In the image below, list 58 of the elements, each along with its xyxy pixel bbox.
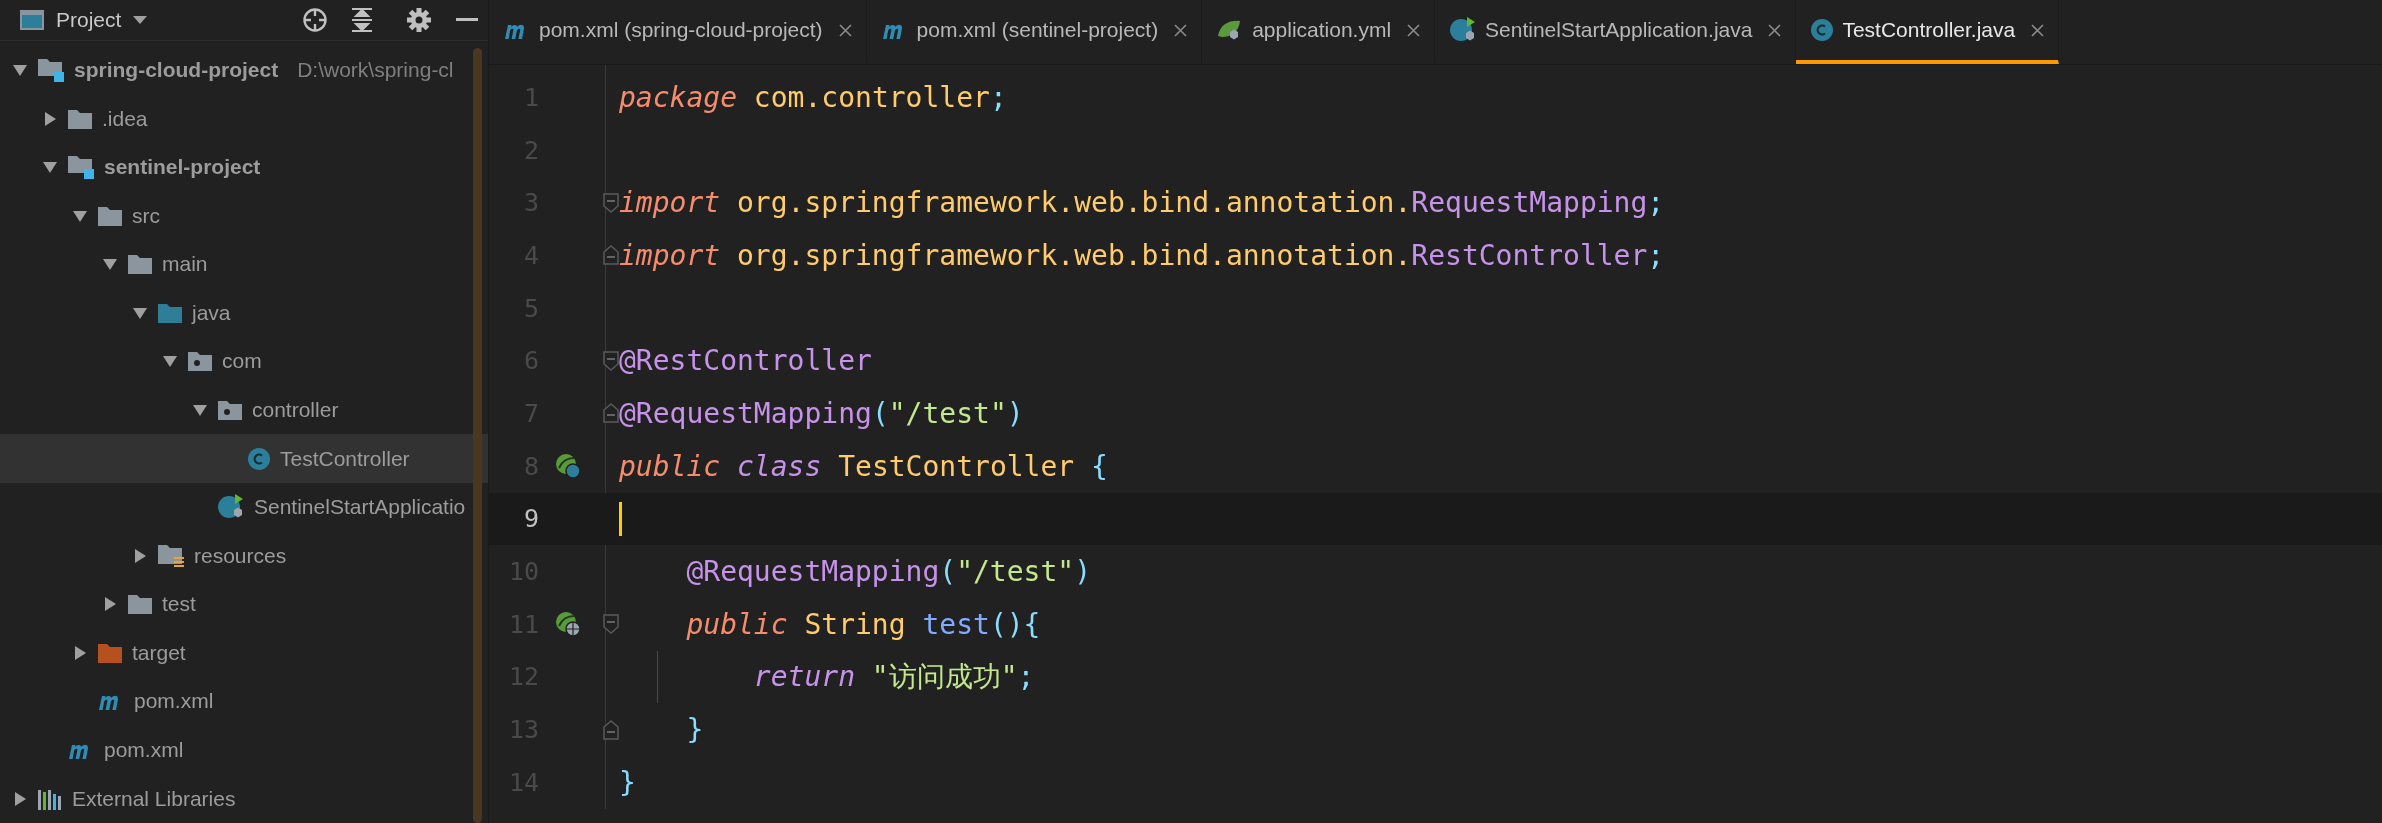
tree-item[interactable]: TestController [0,434,488,483]
code-line: } [685,713,704,747]
panel-title[interactable]: Project [56,7,122,32]
bean-gutter-icon[interactable] [555,453,581,480]
tree-item[interactable]: resources [0,531,488,580]
editor-tab[interactable]: TestController.java [1796,0,2060,64]
code-line: } [619,765,636,799]
code-line: package com.controller; [619,80,1007,114]
fold-marker-icon[interactable] [603,719,619,740]
text-caret [619,501,622,536]
collapse-arrow-icon[interactable] [192,402,208,418]
expand-arrow-icon[interactable] [42,110,58,127]
fold-marker-icon[interactable] [603,614,619,635]
panel-icon [20,9,44,30]
fold-marker-icon[interactable] [603,245,619,266]
code-line: @RequestMapping("/test") [685,555,1092,589]
expand-arrow-icon[interactable] [12,790,28,807]
line-number: 9 [522,504,539,534]
fold-marker-icon[interactable] [603,403,619,424]
code-line: import org.springframework.web.bind.annotation.RestController; [619,238,1665,272]
locate-icon[interactable] [302,6,328,33]
collapse-all-icon[interactable] [350,6,374,33]
code-line: return "访问成功"; [752,658,1035,695]
dropdown-caret-icon[interactable] [133,14,148,25]
path-hint: D:\work\spring-cl [297,57,454,82]
code-line: import org.springframework.web.bind.annotation.RequestMapping; [619,186,1665,220]
tree-item[interactable]: pom.xml [0,677,488,726]
settings-icon[interactable] [406,6,432,33]
close-icon[interactable] [1768,23,1782,37]
tree-item[interactable]: sentinel-project [0,142,488,192]
code-line: @RequestMapping("/test") [619,396,1024,430]
tree-item[interactable]: main [0,239,488,289]
expand-arrow-icon[interactable] [132,547,148,564]
tree-item[interactable]: spring-cloud-project D:\work\spring-cl [0,45,488,95]
tree-item[interactable]: target [0,628,488,678]
tree-item[interactable]: pom.xml [0,725,488,775]
close-icon[interactable] [2031,23,2045,37]
code-line: @RestController [619,344,872,378]
tree-item[interactable]: src [0,191,488,240]
endpoint-gutter-icon[interactable] [555,611,581,638]
tree-item[interactable]: .idea [0,94,488,143]
code-line: public class TestController { [619,449,1108,483]
fold-marker-icon[interactable] [603,192,619,213]
expand-arrow-icon[interactable] [72,644,88,661]
code-line: public String test(){ [685,607,1041,641]
close-icon[interactable] [1407,23,1421,37]
fold-marker-icon[interactable] [603,350,619,371]
close-icon[interactable] [838,23,852,37]
tree-item[interactable]: com [0,337,488,386]
tree-item[interactable]: java [0,288,488,338]
tree-item[interactable]: controller [0,385,488,435]
close-icon[interactable] [1174,23,1188,37]
scrollbar-thumb[interactable] [473,48,482,823]
tree-item[interactable]: SentinelStartApplicatio [0,482,488,532]
tree-item[interactable]: test [0,580,488,629]
tree-item[interactable]: External Libraries [0,774,488,823]
minimize-icon[interactable] [456,17,478,22]
expand-arrow-icon[interactable] [102,596,118,613]
